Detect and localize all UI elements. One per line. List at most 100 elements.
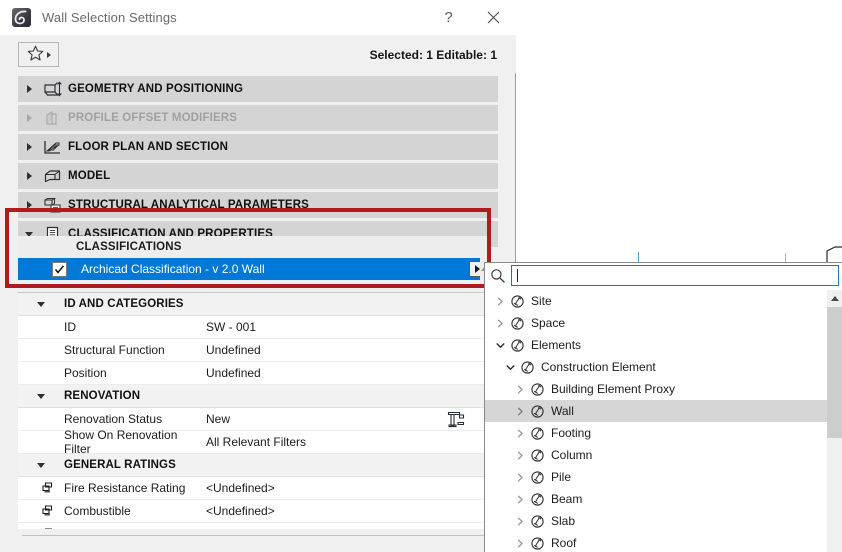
property-value[interactable]: Undefined bbox=[206, 366, 261, 380]
section-profile-offset-modifiers: PROFILE OFFSET MODIFIERS bbox=[18, 105, 498, 131]
tree-item-label: Slab bbox=[551, 514, 576, 528]
tree-item-label: Site bbox=[531, 294, 552, 308]
tree-item-elements[interactable]: Elements bbox=[485, 334, 832, 356]
property-value[interactable]: SW - 001 bbox=[206, 320, 256, 334]
application-canvas-background bbox=[516, 0, 842, 264]
property-row-combustible[interactable]: Combustible <Undefined> bbox=[18, 500, 488, 523]
classification-label: Archicad Classification - v 2.0 Wall bbox=[81, 262, 265, 276]
property-row-id[interactable]: ID SW - 001 bbox=[18, 316, 488, 339]
tree-item-building-element-proxy[interactable]: Building Element Proxy bbox=[485, 378, 832, 400]
property-row-structural-function[interactable]: Structural Function Undefined bbox=[18, 339, 488, 362]
chevron-right-icon[interactable] bbox=[513, 407, 527, 416]
property-group-renovation[interactable]: RENOVATION bbox=[18, 385, 488, 408]
selection-info-label: Selected: 1 Editable: 1 bbox=[369, 48, 497, 62]
chevron-down-icon bbox=[18, 301, 64, 307]
geometry-icon bbox=[40, 79, 64, 99]
property-row-position[interactable]: Position Undefined bbox=[18, 362, 488, 385]
profile-offset-icon bbox=[40, 108, 64, 128]
chevron-down-icon[interactable] bbox=[493, 341, 507, 350]
section-floor-plan-and-section[interactable]: FLOOR PLAN AND SECTION bbox=[18, 134, 498, 160]
tree-item-construction-element[interactable]: Construction Element bbox=[485, 356, 832, 378]
search-input[interactable] bbox=[518, 268, 838, 283]
classification-item-icon bbox=[507, 294, 527, 309]
archicad-logo-icon bbox=[12, 8, 31, 27]
close-button[interactable] bbox=[471, 0, 516, 35]
property-name: Combustible bbox=[64, 504, 131, 518]
property-row-fire-resistance-rating[interactable]: Fire Resistance Rating <Undefined> bbox=[18, 477, 488, 500]
section-label: STRUCTURAL ANALYTICAL PARAMETERS bbox=[68, 199, 309, 211]
classification-item-icon bbox=[527, 492, 547, 507]
tree-item-label: Wall bbox=[551, 404, 574, 418]
property-value[interactable]: All Relevant Filters bbox=[206, 435, 306, 449]
tree-item-site[interactable]: Site bbox=[485, 290, 832, 312]
tree-item-footing[interactable]: Footing bbox=[485, 422, 832, 444]
tree-item-label: Space bbox=[531, 316, 566, 330]
chevron-right-icon bbox=[46, 51, 51, 58]
tree-item-space[interactable]: Space bbox=[485, 312, 832, 334]
chevron-right-icon bbox=[18, 201, 40, 209]
property-value[interactable]: <Undefined> bbox=[206, 504, 275, 518]
property-value[interactable]: New bbox=[206, 412, 230, 426]
section-geometry-and-positioning[interactable]: GEOMETRY AND POSITIONING bbox=[18, 76, 498, 102]
property-group-id-and-categories[interactable]: ID AND CATEGORIES bbox=[18, 293, 488, 316]
section-model[interactable]: MODEL bbox=[18, 163, 498, 189]
chevron-right-icon bbox=[18, 85, 40, 93]
property-name: ID bbox=[64, 320, 76, 334]
chevron-right-icon bbox=[18, 114, 40, 122]
section-label: PROFILE OFFSET MODIFIERS bbox=[68, 112, 238, 124]
classification-item-icon bbox=[507, 316, 527, 331]
favorites-button[interactable] bbox=[18, 42, 59, 67]
tree-scrollbar[interactable] bbox=[827, 290, 842, 552]
search-input-wrapper[interactable] bbox=[511, 265, 839, 286]
dialog-title: Wall Selection Settings bbox=[42, 10, 177, 25]
tree-item-column[interactable]: Column bbox=[485, 444, 832, 466]
tree-item-label: Construction Element bbox=[541, 360, 656, 374]
tree-item-slab[interactable]: Slab bbox=[485, 510, 832, 532]
chevron-right-icon[interactable] bbox=[493, 297, 507, 306]
chevron-right-icon[interactable] bbox=[513, 385, 527, 394]
scroll-up-button[interactable] bbox=[827, 290, 842, 307]
property-group-general-ratings[interactable]: GENERAL RATINGS bbox=[18, 454, 488, 477]
property-row-show-on-renovation-filter[interactable]: Show On Renovation Filter All Relevant F… bbox=[18, 428, 488, 456]
chevron-right-icon[interactable] bbox=[493, 319, 507, 328]
chevron-down-icon bbox=[18, 462, 64, 468]
classification-item-icon bbox=[527, 426, 547, 441]
chevron-right-icon bbox=[18, 172, 40, 180]
tree-item-beam[interactable]: Beam bbox=[485, 488, 832, 510]
property-group-label: GENERAL RATINGS bbox=[64, 459, 176, 471]
classification-chooser-popup: Site Space Elements Construction Element… bbox=[484, 262, 842, 552]
property-value[interactable]: <Undefined> bbox=[206, 481, 275, 495]
help-button[interactable]: ? bbox=[426, 0, 471, 35]
section-structural-analytical-parameters[interactable]: STRUCTURAL ANALYTICAL PARAMETERS bbox=[18, 192, 498, 218]
chevron-right-icon[interactable] bbox=[513, 451, 527, 460]
tree-item-label: Beam bbox=[551, 492, 583, 506]
property-value[interactable]: Undefined bbox=[206, 343, 261, 357]
tree-item-roof[interactable]: Roof bbox=[485, 532, 832, 552]
property-group-label: RENOVATION bbox=[64, 390, 141, 402]
chevron-right-icon[interactable] bbox=[513, 473, 527, 482]
tree-item-pile[interactable]: Pile bbox=[485, 466, 832, 488]
star-icon bbox=[27, 45, 44, 65]
classification-item-icon bbox=[507, 338, 527, 353]
properties-table: ID AND CATEGORIES ID SW - 001 Structural… bbox=[18, 292, 488, 530]
search-row bbox=[485, 263, 842, 288]
canvas-wall-glyph-icon bbox=[826, 246, 842, 263]
floorplan-icon bbox=[40, 137, 64, 157]
settings-sections-list: GEOMETRY AND POSITIONING PROFILE OFFSET … bbox=[0, 76, 516, 250]
classification-item-icon bbox=[527, 382, 547, 397]
classifications-header: CLASSIFICATIONS bbox=[18, 236, 488, 258]
tree-item-label: Footing bbox=[551, 426, 592, 440]
tree-item-wall[interactable]: Wall bbox=[485, 400, 832, 422]
chevron-down-icon[interactable] bbox=[503, 363, 517, 372]
chevron-right-icon[interactable] bbox=[513, 539, 527, 548]
section-label: MODEL bbox=[68, 170, 111, 182]
scrollbar-thumb[interactable] bbox=[827, 307, 842, 438]
wall-selection-settings-dialog: Wall Selection Settings ? Selected: 1 Ed… bbox=[0, 0, 516, 552]
chevron-right-icon[interactable] bbox=[513, 429, 527, 438]
classification-checkbox[interactable] bbox=[52, 261, 67, 277]
chevron-right-icon[interactable] bbox=[513, 517, 527, 526]
chevron-right-icon[interactable] bbox=[513, 495, 527, 504]
renovation-new-icon bbox=[446, 410, 466, 431]
classification-tree: Site Space Elements Construction Element… bbox=[485, 290, 832, 552]
classification-row-archicad-wall[interactable]: Archicad Classification - v 2.0 Wall bbox=[18, 258, 489, 280]
